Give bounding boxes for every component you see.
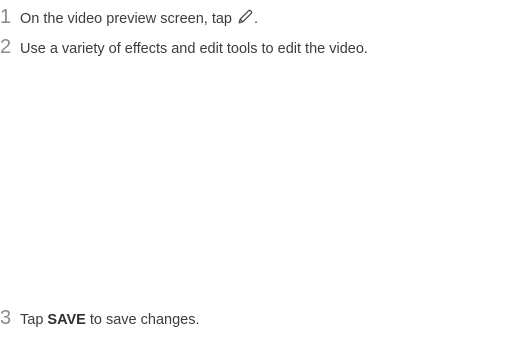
step-1: 1 On the video preview screen, tap. (0, 6, 258, 29)
step-number: 1 (0, 6, 12, 28)
step-text-after: . (253, 11, 259, 27)
step-text-before: On the video preview screen, tap (20, 11, 232, 27)
step-text: On the video preview screen, tap. (20, 8, 258, 27)
step-3: 3 Tap SAVE to save changes. (0, 307, 200, 330)
step-2: 2 Use a variety of effects and edit tool… (0, 36, 368, 59)
step-text: Tap SAVE to save changes. (20, 312, 200, 328)
step-text-after: to save changes. (85, 312, 200, 328)
pencil-icon (236, 8, 254, 26)
save-label: SAVE (47, 312, 86, 328)
step-number: 2 (0, 36, 12, 58)
step-number: 3 (0, 307, 12, 329)
step-text-before: Tap (20, 312, 48, 328)
step-text: Use a variety of effects and edit tools … (20, 41, 368, 57)
